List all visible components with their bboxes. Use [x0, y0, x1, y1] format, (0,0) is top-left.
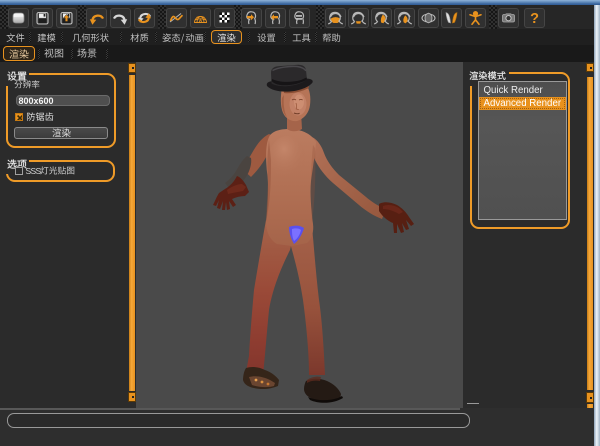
svg-text:?: ?: [530, 11, 539, 26]
